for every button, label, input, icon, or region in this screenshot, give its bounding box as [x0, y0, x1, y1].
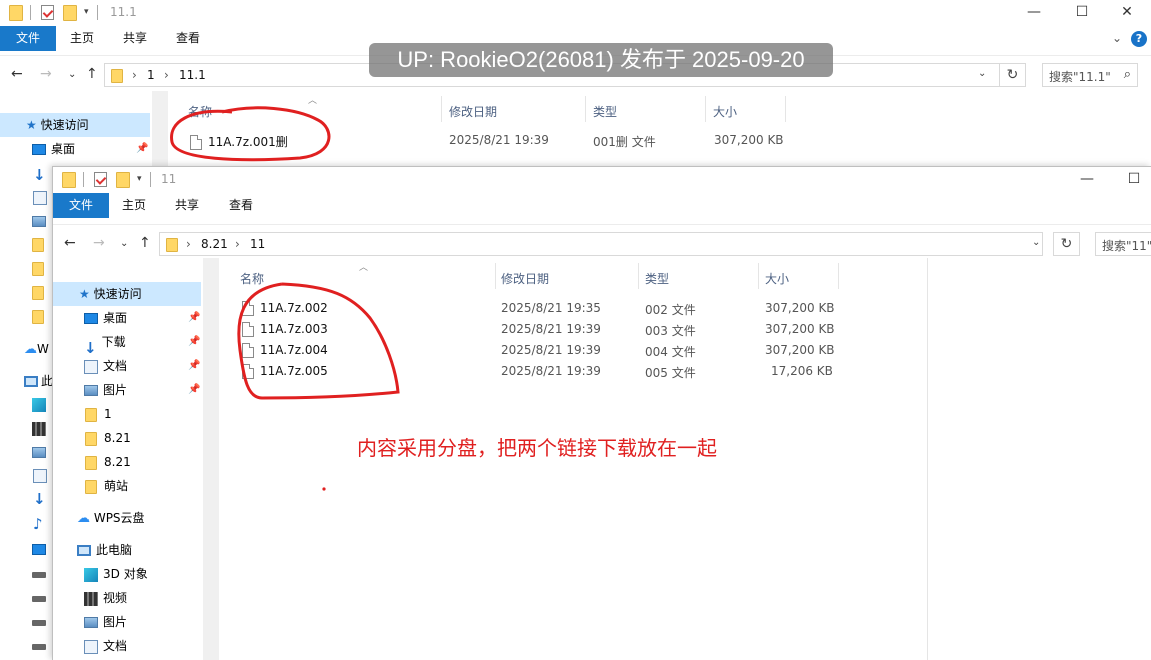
- red-circle-annotation: [170, 106, 331, 162]
- annotation-text: 内容采用分盘，把两个链接下载放在一起: [357, 436, 717, 460]
- red-dot-annotation: [322, 487, 326, 491]
- red-circle-annotation: [237, 282, 400, 400]
- annotation-layer: [170, 106, 400, 491]
